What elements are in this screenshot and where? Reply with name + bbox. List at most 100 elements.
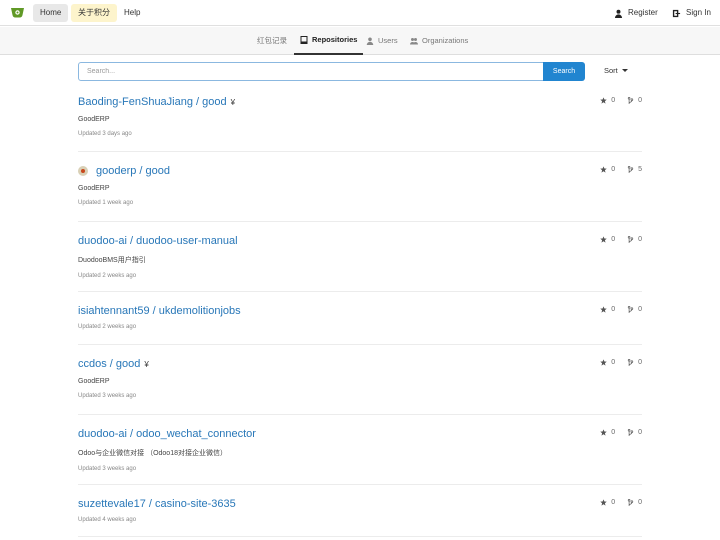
- repo-title: Baoding-FenShuaJiang / good ¥: [78, 96, 642, 108]
- star-count: 0: [611, 166, 616, 173]
- book-icon: [300, 36, 308, 44]
- repo-updated: Updated 3 weeks ago: [78, 393, 137, 399]
- person-icon: [614, 9, 623, 18]
- branch-icon: [627, 236, 634, 243]
- star-count: 0: [611, 236, 616, 243]
- repo-stats: 0 0: [600, 236, 642, 243]
- top-navbar: Home 关于积分 Help Register Sign In: [0, 0, 720, 26]
- branch-icon: [627, 97, 634, 104]
- sort-label: Sort: [604, 66, 618, 75]
- repo-link[interactable]: ccdos / good: [78, 358, 140, 370]
- repo-item: gooderp / good GoodERP Updated 1 week ag…: [78, 152, 642, 222]
- tab-users-label: Users: [378, 36, 398, 45]
- repo-description: DuodooBMS用户指引: [78, 257, 146, 264]
- fork-icon: ¥: [144, 359, 149, 369]
- repo-stats: 0 0: [600, 499, 642, 506]
- fork-count: 0: [638, 359, 642, 366]
- star-count: 0: [611, 499, 616, 506]
- repo-item: Baoding-FenShuaJiang / good ¥ GoodERP Up…: [78, 86, 642, 152]
- repo-item: duodoo-ai / odoo_wechat_connector Odoo与企…: [78, 415, 642, 485]
- repo-description: Odoo与企业微信对接 （Odoo18对接企业微信）: [78, 450, 227, 457]
- repo-title: duodoo-ai / odoo_wechat_connector: [78, 428, 642, 440]
- search-input[interactable]: [78, 62, 544, 81]
- repo-link[interactable]: duodoo-ai / duodoo-user-manual: [78, 235, 238, 247]
- repo-link[interactable]: Baoding-FenShuaJiang / good: [78, 96, 227, 108]
- fork-icon: ¥: [230, 97, 236, 107]
- fork-count: 0: [638, 306, 642, 313]
- nav-points-info[interactable]: 关于积分: [71, 4, 117, 22]
- repo-stats: 0 0: [600, 359, 642, 366]
- star-icon: [600, 306, 607, 313]
- repo-updated: Updated 2 weeks ago: [78, 273, 137, 279]
- tab-redpack-label: 红包记录: [257, 36, 287, 45]
- repo-stats: 0 5: [600, 166, 642, 173]
- repo-link[interactable]: isiahtennant59 / ukdemolitionjobs: [78, 305, 241, 317]
- star-count: 0: [611, 359, 616, 366]
- star-count: 0: [611, 97, 616, 104]
- signin-link[interactable]: Sign In: [672, 4, 711, 22]
- explore-tabs-bar: 红包记录 Repositories Users Organizations: [0, 27, 720, 55]
- organization-icon: [410, 38, 418, 45]
- tab-repositories-label: Repositories: [312, 35, 358, 44]
- fork-count: 5: [638, 166, 642, 173]
- register-link[interactable]: Register: [614, 4, 658, 22]
- tab-users[interactable]: Users: [366, 27, 398, 55]
- repo-item: duodoo-ai / duodoo-user-manual DuodooBMS…: [78, 222, 642, 292]
- repo-updated: Updated 3 weeks ago: [78, 466, 137, 472]
- repo-updated: Updated 1 week ago: [78, 200, 134, 206]
- repo-stats: 0 0: [600, 97, 642, 104]
- repo-title: duodoo-ai / duodoo-user-manual: [78, 235, 642, 247]
- repo-item: ccdos / good ¥ GoodERP Updated 3 weeks a…: [78, 345, 642, 415]
- branch-icon: [627, 306, 634, 313]
- star-icon: [600, 359, 607, 366]
- repo-item: isiahtennant59 / ukdemolitionjobs Update…: [78, 292, 642, 345]
- branch-icon: [627, 359, 634, 366]
- fork-count: 0: [638, 499, 642, 506]
- fork-count: 0: [638, 429, 642, 436]
- repo-item: suzettevale17 / casino-site-3635 Updated…: [78, 485, 642, 537]
- nav-help[interactable]: Help: [117, 4, 147, 22]
- nav-home[interactable]: Home: [33, 4, 69, 22]
- repo-stats: 0 0: [600, 429, 642, 436]
- branch-icon: [627, 429, 634, 436]
- repo-link[interactable]: duodoo-ai / odoo_wechat_connector: [78, 428, 256, 440]
- tab-repositories[interactable]: Repositories: [294, 27, 364, 55]
- gooderp-avatar-icon: [78, 166, 88, 176]
- repo-title: isiahtennant59 / ukdemolitionjobs: [78, 305, 642, 317]
- repo-link[interactable]: suzettevale17 / casino-site-3635: [78, 498, 236, 510]
- tab-redpack-records[interactable]: 红包记录: [257, 27, 287, 55]
- signin-label: Sign In: [686, 8, 711, 17]
- tab-organizations-label: Organizations: [422, 36, 469, 45]
- sort-dropdown[interactable]: Sort: [604, 66, 628, 75]
- repo-link[interactable]: gooderp / good: [96, 165, 170, 177]
- repo-description: GoodERP: [78, 378, 110, 385]
- repository-list: Baoding-FenShuaJiang / good ¥ GoodERP Up…: [78, 86, 642, 537]
- fork-count: 0: [638, 97, 642, 104]
- star-icon: [600, 236, 607, 243]
- gitea-logo-icon[interactable]: [10, 6, 25, 19]
- tab-organizations[interactable]: Organizations: [410, 27, 468, 55]
- register-label: Register: [628, 8, 658, 17]
- repo-description: GoodERP: [78, 185, 110, 192]
- repo-title: suzettevale17 / casino-site-3635: [78, 498, 642, 510]
- repo-updated: Updated 3 days ago: [78, 131, 132, 137]
- star-count: 0: [611, 306, 616, 313]
- repo-title: gooderp / good: [78, 165, 642, 177]
- repo-updated: Updated 2 weeks ago: [78, 324, 137, 330]
- sign-in-icon: [672, 9, 681, 17]
- repo-description: GoodERP: [78, 116, 110, 123]
- search-button[interactable]: Search: [543, 62, 585, 81]
- branch-icon: [627, 499, 634, 506]
- star-icon: [600, 429, 607, 436]
- star-count: 0: [611, 429, 616, 436]
- star-icon: [600, 97, 607, 104]
- star-icon: [600, 499, 607, 506]
- fork-count: 0: [638, 236, 642, 243]
- repo-stats: 0 0: [600, 306, 642, 313]
- repo-title: ccdos / good ¥: [78, 358, 642, 370]
- user-icon: [366, 37, 374, 45]
- star-icon: [600, 166, 607, 173]
- branch-icon: [627, 166, 634, 173]
- caret-down-icon: [621, 69, 628, 72]
- repo-updated: Updated 4 weeks ago: [78, 517, 137, 523]
